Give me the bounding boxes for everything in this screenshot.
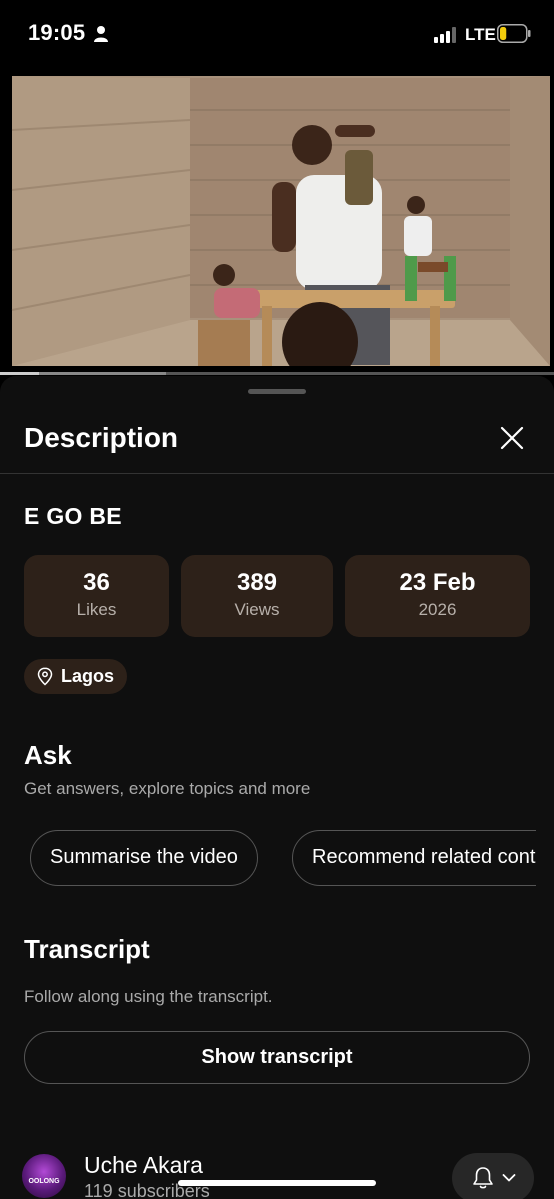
video-frame [0,70,554,374]
channel-avatar[interactable]: OOLONG [22,1154,66,1198]
network-type: LTE [465,25,496,44]
video-progress-bar[interactable] [0,372,554,375]
description-sheet: Description E GO BE 36 Likes 389 Views 2… [0,376,554,1199]
ask-subtitle: Get answers, explore topics and more [24,779,311,798]
views-count: 389 [236,569,278,596]
avatar-logo-text: OOLONG [28,1178,60,1185]
recommend-chip[interactable]: Recommend related content [292,830,536,886]
show-transcript-button[interactable]: Show transcript [24,1031,530,1084]
upload-year: 2026 [418,600,457,619]
person-icon [94,26,108,42]
signal-icon [434,27,456,43]
drag-handle[interactable] [248,389,306,394]
transcript-subtitle: Follow along using the transcript. [24,987,273,1006]
divider [0,473,554,474]
views-label: Views [234,600,280,619]
status-time: 19:05 [28,20,86,45]
home-indicator[interactable] [178,1180,376,1186]
battery-icon [497,24,531,43]
bell-icon [473,1167,493,1189]
likes-label: Likes [76,600,117,619]
location-chip[interactable]: Lagos [24,659,127,694]
status-bar: 19:05 LTE [0,0,554,70]
summarise-chip[interactable]: Summarise the video [30,830,258,886]
location-label: Lagos [61,666,115,686]
close-icon[interactable] [496,422,528,454]
upload-date: 23 Feb [399,569,476,596]
sheet-title: Description [24,422,179,453]
location-pin-icon [37,667,53,686]
date-stat: 23 Feb 2026 [345,555,530,637]
ask-title: Ask [24,740,72,770]
video-title: E GO BE [24,503,122,529]
video-progress-fill [0,372,39,375]
views-stat: 389 Views [181,555,333,637]
likes-count: 36 [83,569,110,596]
likes-stat: 36 Likes [24,555,169,637]
chevron-down-icon [502,1174,516,1182]
ask-chip-row: Summarise the video Recommend related co… [0,826,536,892]
video-player[interactable] [0,70,554,374]
channel-name[interactable]: Uche Akara [84,1152,203,1179]
notification-bell-button[interactable] [452,1153,534,1199]
transcript-title: Transcript [24,934,150,964]
